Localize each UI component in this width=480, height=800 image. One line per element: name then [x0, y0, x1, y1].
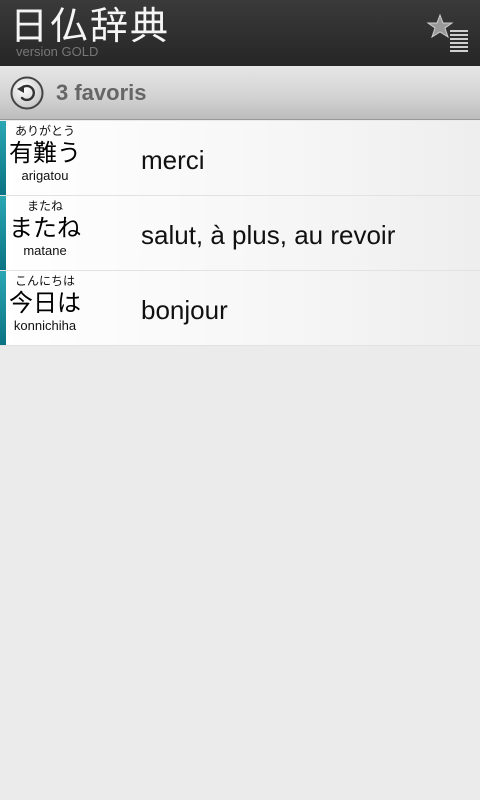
romaji: matane: [23, 243, 67, 258]
favorite-item[interactable]: ありがとう 有難う arigatou merci: [0, 121, 480, 196]
favorites-list-button[interactable]: [426, 12, 472, 56]
japanese-word: こんにちは 今日は konnichiha: [6, 271, 84, 346]
furigana: ありがとう: [14, 124, 75, 138]
app-header: 日仏辞典 version GOLD: [0, 0, 480, 66]
favorites-toolbar: 3 favoris: [0, 66, 480, 120]
kanji: またね: [9, 214, 81, 242]
favorite-item[interactable]: こんにちは 今日は konnichiha bonjour: [0, 271, 480, 346]
app-version: version GOLD: [16, 44, 99, 59]
favorites-count: 3 favoris: [56, 80, 147, 105]
star-list-icon: [426, 13, 468, 52]
furigana: またね: [26, 199, 63, 213]
romaji: arigatou: [21, 168, 69, 183]
favorites-list: ありがとう 有難う arigatou merci またね またね matane …: [0, 121, 480, 346]
kanji: 有難う: [9, 139, 81, 167]
back-button[interactable]: [10, 76, 44, 110]
furigana: こんにちは: [14, 274, 75, 288]
kanji: 今日は: [9, 289, 81, 317]
translation: bonjour: [141, 295, 228, 325]
translation: merci: [141, 145, 205, 175]
japanese-word: ありがとう 有難う arigatou: [6, 121, 84, 196]
favorite-item[interactable]: またね またね matane salut, à plus, au revoir: [0, 196, 480, 271]
romaji: konnichiha: [13, 318, 77, 333]
translation: salut, à plus, au revoir: [141, 220, 396, 250]
back-arrow-icon: [10, 76, 44, 110]
app-title: 日仏辞典: [10, 4, 171, 48]
japanese-word: またね またね matane: [6, 196, 84, 271]
